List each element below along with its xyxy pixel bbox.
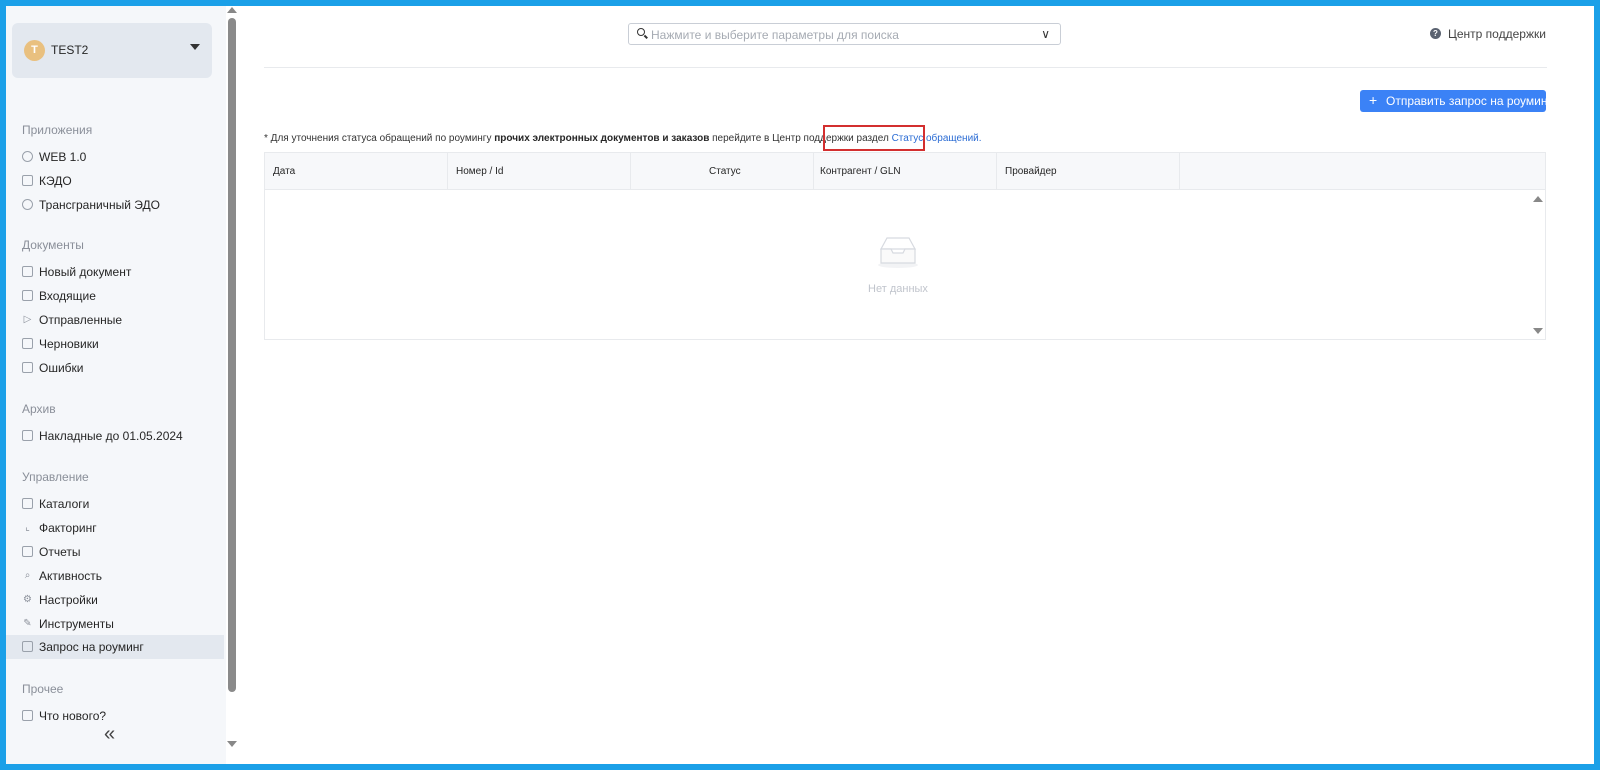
sidebar-item-activity[interactable]: ⌕ Активность — [6, 564, 224, 588]
header-divider — [264, 67, 1547, 68]
sidebar-item-label: WEB 1.0 — [39, 150, 87, 164]
app-window: T TEST2 Приложения WEB 1.0 КЭДО Трансгра… — [6, 6, 1594, 764]
gear-icon: ⚙ — [23, 594, 32, 605]
scroll-down-icon[interactable] — [227, 741, 237, 747]
sidebar-item-label: Факторинг — [39, 521, 97, 535]
sidebar-item-label: Отправленные — [39, 313, 123, 327]
table-scroll-down-icon[interactable] — [1533, 328, 1543, 334]
new-document-icon — [22, 266, 33, 277]
sidebar-item-label: КЭДО — [39, 174, 72, 188]
document-icon — [22, 175, 33, 186]
mail-icon — [22, 710, 33, 721]
sidebar-item-crossborder[interactable]: Трансграничный ЭДО — [6, 193, 224, 217]
account-switcher[interactable]: T TEST2 — [12, 23, 212, 78]
sidebar-item-catalogs[interactable]: Каталоги — [6, 492, 224, 516]
sidebar-item-label: Инструменты — [39, 617, 114, 631]
sidebar-item-label: Активность — [39, 569, 103, 583]
draft-icon — [22, 338, 33, 349]
search-icon: ⌕ — [24, 570, 31, 581]
section-title-archive: Архив — [22, 402, 56, 416]
sidebar-item-label: Отчеты — [39, 545, 81, 559]
collapse-sidebar-button[interactable]: « — [104, 723, 115, 746]
support-label: Центр поддержки — [1448, 27, 1546, 41]
sidebar-item-label: Что нового? — [39, 709, 107, 723]
sidebar-item-kedo[interactable]: КЭДО — [6, 169, 224, 193]
table-scroll-up-icon[interactable] — [1533, 196, 1543, 202]
search-placeholder: Нажмите и выберите параметры для поиска — [651, 28, 899, 42]
column-header-provider[interactable]: Провайдер — [997, 153, 1180, 190]
report-icon — [22, 546, 33, 557]
section-title-documents: Документы — [22, 238, 84, 252]
scroll-up-icon[interactable] — [227, 7, 237, 13]
notice-prefix: * Для уточнения статуса обращений по роу… — [264, 133, 495, 144]
wrench-icon: ✎ — [23, 618, 32, 629]
sidebar-item-label: Настройки — [39, 593, 98, 607]
catalog-icon — [22, 498, 33, 509]
sidebar-item-label: Трансграничный ЭДО — [39, 198, 160, 212]
chevron-down-icon — [190, 44, 200, 50]
sidebar-item-sent[interactable]: ▷ Отправленные — [6, 308, 224, 332]
search-icon — [637, 28, 645, 36]
section-title-apps: Приложения — [22, 123, 93, 137]
notice-bold: прочих электронных документов и заказов — [494, 133, 710, 144]
chart-icon: ⌞ — [25, 522, 30, 533]
column-header-status[interactable]: Статус — [631, 153, 814, 190]
account-name: TEST2 — [51, 43, 89, 57]
sidebar-item-settings[interactable]: ⚙ Настройки — [6, 588, 224, 612]
sidebar-scroll-thumb[interactable] — [228, 18, 236, 692]
sidebar-item-drafts[interactable]: Черновики — [6, 332, 224, 356]
empty-box-icon — [878, 237, 918, 268]
roaming-requests-table: Дата Номер / Id Статус Контрагент / GLN … — [264, 152, 1546, 340]
section-title-other: Прочее — [22, 682, 64, 696]
highlight-box — [823, 125, 925, 151]
sidebar-item-web[interactable]: WEB 1.0 — [6, 145, 224, 169]
inbox-icon — [22, 290, 33, 301]
sidebar-item-reports[interactable]: Отчеты — [6, 540, 224, 564]
error-document-icon — [22, 362, 33, 373]
section-title-management: Управление — [22, 470, 89, 484]
help-icon: ? — [1430, 28, 1441, 39]
sidebar-item-tools[interactable]: ✎ Инструменты — [6, 612, 224, 636]
send-icon: ▷ — [23, 314, 32, 325]
sidebar-item-label: Каталоги — [39, 497, 90, 511]
sidebar-item-label: Запрос на роуминг — [39, 640, 144, 654]
column-header-number[interactable]: Номер / Id — [448, 153, 631, 190]
column-header-counterparty[interactable]: Контрагент / GLN — [814, 153, 997, 190]
search-input[interactable]: Нажмите и выберите параметры для поиска … — [628, 23, 1061, 45]
sidebar: T TEST2 Приложения WEB 1.0 КЭДО Трансгра… — [6, 6, 228, 764]
column-header-date[interactable]: Дата — [265, 153, 448, 190]
sidebar-item-label: Новый документ — [39, 265, 132, 279]
sidebar-item-inbox[interactable]: Входящие — [6, 284, 224, 308]
empty-state-text: Нет данных — [868, 283, 928, 295]
roaming-icon — [22, 641, 33, 652]
avatar: T — [24, 40, 45, 61]
chevron-down-icon[interactable]: ∨ — [1041, 27, 1050, 41]
archive-icon — [22, 430, 33, 441]
table-header: Дата Номер / Id Статус Контрагент / GLN … — [265, 153, 1545, 190]
sidebar-item-factoring[interactable]: ⌞ Факторинг — [6, 516, 224, 540]
sidebar-item-roaming-request[interactable]: Запрос на роуминг — [6, 635, 224, 659]
plus-icon: + — [1369, 92, 1378, 108]
sidebar-item-new-document[interactable]: Новый документ — [6, 260, 224, 284]
send-roaming-request-button[interactable]: + Отправить запрос на роуминг — [1360, 90, 1552, 112]
sidebar-item-label: Входящие — [39, 289, 96, 303]
sidebar-item-label: Ошибки — [39, 361, 84, 375]
button-label: Отправить запрос на роуминг — [1386, 94, 1552, 108]
sidebar-item-waybills[interactable]: Накладные до 01.05.2024 — [6, 424, 224, 448]
sidebar-item-errors[interactable]: Ошибки — [6, 356, 224, 380]
sidebar-item-label: Черновики — [39, 337, 99, 351]
globe-icon — [22, 199, 33, 210]
refresh-icon — [22, 151, 33, 162]
sidebar-item-label: Накладные до 01.05.2024 — [39, 429, 183, 443]
